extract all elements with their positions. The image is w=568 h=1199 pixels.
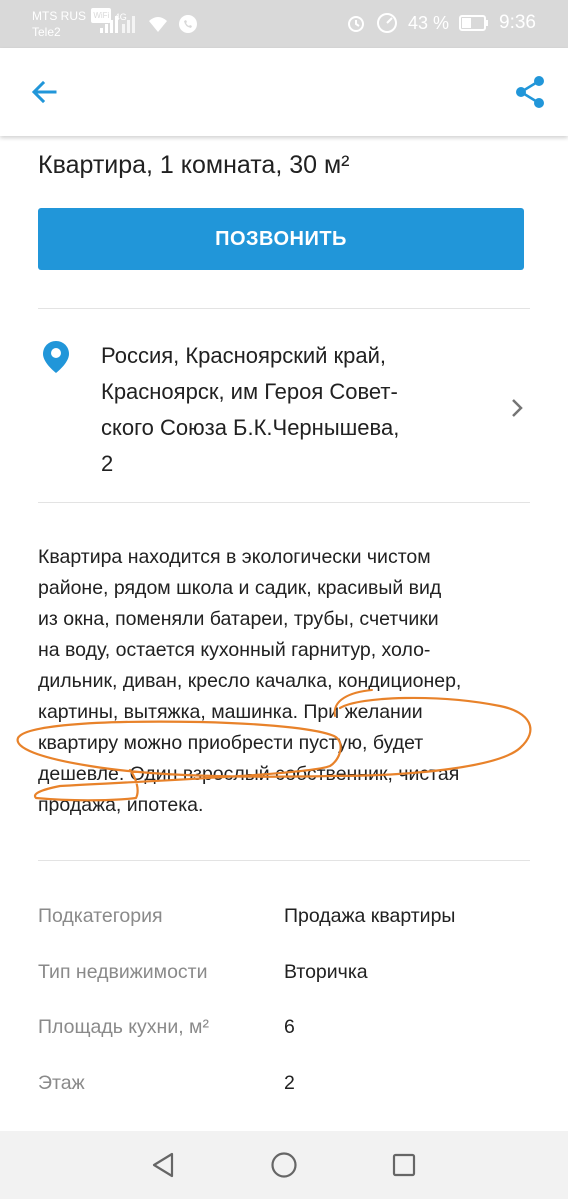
property-key: Этаж [38,1071,85,1094]
divider [38,308,530,309]
divider [38,860,530,861]
nav-home-button[interactable] [268,1149,300,1181]
signal-strength-icon [100,16,135,33]
property-row: Тип недвижимости Вторичка [38,949,530,1005]
whatsapp-icon [179,15,197,33]
description-line: картины, вытяжка, машинка. При желании [38,701,423,723]
alarm-icon [347,16,364,32]
description-line: Квартира находится в экологически чистом [38,546,431,568]
location-pin-icon [43,341,69,373]
property-value: Вторичка [284,960,368,983]
description: Квартира находится в экологически чистом… [38,542,530,821]
description-line: районе, рядом школа и садик, красивый ви… [38,577,442,599]
address-line: Россия, Красноярский край, [101,343,387,368]
property-value: Продажа квартиры [284,905,456,927]
address-line: ского Союза Б.К.Чернышева, [101,415,400,440]
status-bar: MTS RUS WiFi 4G Tele2 43 % 9:36 [0,0,568,48]
call-button-label: ПОЗВОНИТЬ [215,227,347,250]
property-row: Этаж 2 [38,1060,530,1116]
property-value: 6 [284,1016,295,1038]
description-line: квартиру можно приобрести пустую, будет [38,732,424,754]
address-line: 2 [101,451,114,476]
description-line: из окна, поменяли батареи, трубы, счетчи… [38,608,439,630]
data-saver-icon [376,13,397,33]
arrow-left-icon [31,80,57,104]
wifi-icon [149,17,167,32]
nav-back-button[interactable] [147,1149,179,1181]
battery-percent: 43 % [407,13,450,33]
back-button[interactable] [22,70,66,114]
property-row: Площадь кухни, м² 6 [38,1004,530,1060]
share-button[interactable] [508,70,552,114]
property-key: Площадь кухни, м² [38,1016,209,1038]
address-text: Россия, Красноярский край, Красноярск, и… [101,338,461,482]
clock: 9:36 [499,12,536,33]
triangle-back-icon [152,1152,174,1178]
address-line: Красноярск, им Героя Совет- [101,379,398,404]
square-recents-icon [392,1153,416,1177]
chevron-right-icon [512,399,523,417]
description-line: дешевле. Один взрослый собственник, чист… [38,763,460,785]
property-key: Тип недвижимости [38,960,208,983]
status-right: 43 % 9:36 [346,12,536,34]
description-line: на воду, остается кухонный гарнитур, хол… [38,639,431,661]
property-row: Подкатегория Продажа квартиры [38,893,530,949]
share-icon [516,76,544,108]
description-line: дильник, диван, кресло качалка, кондицио… [38,670,462,692]
app-bar [0,48,568,136]
listing-title: Квартира, 1 комната, 30 м² [38,151,350,179]
divider [38,502,530,503]
nav-recents-button[interactable] [388,1149,420,1181]
properties-list: Подкатегория Продажа квартиры Тип недвиж… [38,893,530,1115]
description-line: продажа, ипотека. [38,794,204,816]
property-key: Подкатегория [38,905,163,927]
operator-1: MTS RUS [32,9,86,23]
system-nav-bar [0,1131,568,1199]
circle-home-icon [271,1152,297,1178]
battery-icon [459,15,489,31]
address-row[interactable]: Россия, Красноярский край, Красноярск, и… [38,338,530,480]
call-button[interactable]: ПОЗВОНИТЬ [38,208,524,270]
property-value: 2 [284,1071,295,1094]
